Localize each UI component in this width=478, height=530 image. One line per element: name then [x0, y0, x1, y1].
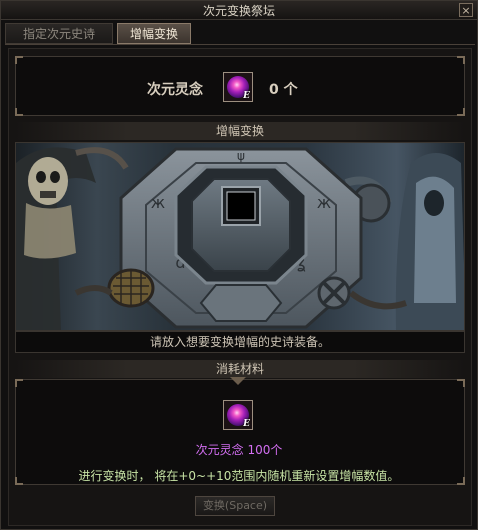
- frame-corner: [15, 379, 23, 387]
- title-bar[interactable]: 次元变换祭坛 ×: [1, 1, 477, 20]
- required-material-text: 次元灵念 100个: [195, 443, 283, 457]
- frame-corner: [15, 108, 23, 116]
- frame-corner: [15, 56, 23, 64]
- dimension-soul-gem-icon[interactable]: E: [223, 72, 253, 102]
- tab-designated-epic[interactable]: 指定次元史诗: [5, 23, 113, 44]
- svg-text:ж: ж: [317, 193, 331, 212]
- close-button[interactable]: ×: [459, 3, 473, 17]
- altar-artwork: ψ ж ж ɗ ʓ: [16, 147, 464, 330]
- left-statue-figure: [16, 147, 129, 330]
- item-grade-badge: E: [243, 419, 250, 429]
- svg-text:ж: ж: [151, 193, 165, 212]
- consumables-section-header: 消耗材料: [15, 360, 465, 378]
- svg-text:ψ: ψ: [237, 149, 245, 163]
- convert-button[interactable]: 变换(Space): [195, 496, 275, 516]
- equipment-slot-icon: [226, 191, 256, 221]
- dimension-soul-gem-icon[interactable]: E: [223, 400, 253, 430]
- amplify-section-header: 增幅变换: [15, 122, 465, 140]
- frame-corner: [457, 379, 465, 387]
- instruction-text: 请放入想要变换增幅的史诗装备。: [15, 331, 465, 353]
- altar-scene: ψ ж ж ɗ ʓ: [15, 142, 465, 331]
- frame-corner: [457, 108, 465, 116]
- section-notch: [230, 377, 246, 385]
- tab-divider: [5, 44, 475, 45]
- tab-amplify-convert[interactable]: 增幅变换: [117, 23, 191, 44]
- dimension-altar-window: 次元变换祭坛 × 指定次元史诗 增幅变换 次元灵念 E 0 个 增幅变换 ψ ж…: [0, 0, 478, 530]
- item-grade-badge: E: [243, 91, 250, 101]
- window-title: 次元变换祭坛: [202, 4, 275, 18]
- frame-corner: [457, 56, 465, 64]
- material-count: 0 个: [269, 82, 298, 98]
- material-name: 次元灵念: [147, 82, 203, 98]
- conversion-description: 进行变换时， 将在+0~+10范围内随机重新设置增幅数值。: [78, 469, 400, 483]
